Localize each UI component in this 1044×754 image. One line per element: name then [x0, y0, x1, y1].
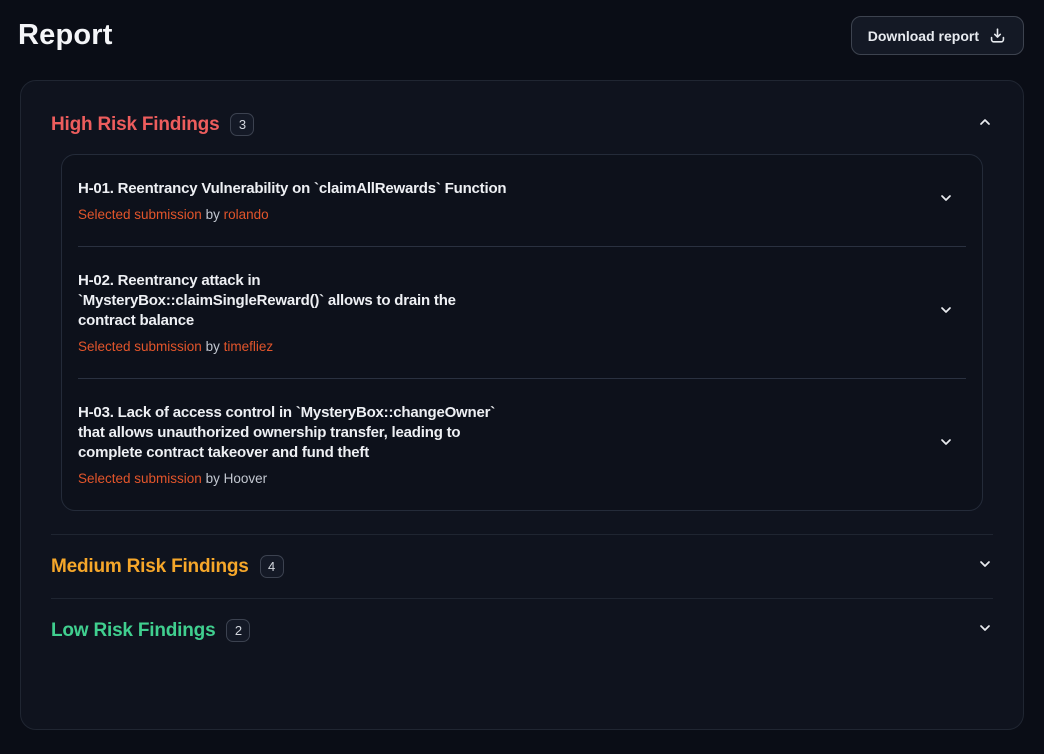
author-link[interactable]: rolando [224, 207, 269, 222]
high-risk-count-badge: 3 [230, 113, 254, 136]
section-title-wrap: Low Risk Findings 2 [51, 619, 250, 642]
by-label: by [206, 339, 220, 354]
author-name: Hoover [224, 471, 268, 486]
selected-submission-label: Selected submission [78, 339, 202, 354]
section-title-medium-risk: Medium Risk Findings [51, 556, 249, 578]
section-title-wrap: Medium Risk Findings 4 [51, 555, 284, 578]
chevron-down-icon[interactable] [938, 302, 954, 323]
by-label: by [206, 207, 220, 222]
chevron-down-icon[interactable] [938, 434, 954, 455]
section-header-low-risk[interactable]: Low Risk Findings 2 [51, 619, 993, 642]
report-card: High Risk Findings 3 H-01. Reentrancy Vu… [20, 80, 1024, 730]
low-risk-count-badge: 2 [226, 619, 250, 642]
section-title-high-risk: High Risk Findings [51, 114, 219, 136]
topbar: Report Download report [0, 0, 1044, 80]
download-icon [988, 26, 1007, 45]
selected-submission-label: Selected submission [78, 471, 202, 486]
finding-text: H-02. Reentrancy attack in `MysteryBox::… [78, 271, 510, 354]
download-report-button[interactable]: Download report [851, 16, 1024, 55]
finding-text: H-03. Lack of access control in `Mystery… [78, 403, 510, 486]
chevron-up-icon[interactable] [977, 114, 993, 135]
selected-submission-label: Selected submission [78, 207, 202, 222]
section-low-risk: Low Risk Findings 2 [51, 598, 993, 662]
findings-list: H-01. Reentrancy Vulnerability on `claim… [61, 154, 983, 511]
chevron-down-icon[interactable] [977, 620, 993, 641]
section-header-high-risk[interactable]: High Risk Findings 3 [51, 107, 993, 142]
finding-row-h01[interactable]: H-01. Reentrancy Vulnerability on `claim… [62, 155, 982, 246]
section-title-wrap: High Risk Findings 3 [51, 113, 254, 136]
chevron-down-icon[interactable] [938, 190, 954, 211]
finding-row-h03[interactable]: H-03. Lack of access control in `Mystery… [62, 379, 982, 510]
download-report-label: Download report [868, 28, 979, 44]
section-medium-risk: Medium Risk Findings 4 [51, 534, 993, 598]
finding-title: H-03. Lack of access control in `Mystery… [78, 403, 510, 463]
finding-meta: Selected submission by rolando [78, 207, 506, 222]
section-header-medium-risk[interactable]: Medium Risk Findings 4 [51, 555, 993, 578]
finding-title: H-01. Reentrancy Vulnerability on `claim… [78, 179, 506, 199]
section-title-low-risk: Low Risk Findings [51, 620, 215, 642]
author-link[interactable]: timefliez [224, 339, 274, 354]
section-high-risk: High Risk Findings 3 H-01. Reentrancy Vu… [51, 107, 993, 534]
finding-meta: Selected submission by timefliez [78, 339, 510, 354]
page-title: Report [18, 19, 113, 52]
finding-text: H-01. Reentrancy Vulnerability on `claim… [78, 179, 506, 222]
finding-title: H-02. Reentrancy attack in `MysteryBox::… [78, 271, 510, 331]
medium-risk-count-badge: 4 [260, 555, 284, 578]
chevron-down-icon[interactable] [977, 556, 993, 577]
finding-row-h02[interactable]: H-02. Reentrancy attack in `MysteryBox::… [62, 247, 982, 378]
by-label: by [206, 471, 220, 486]
finding-meta: Selected submission by Hoover [78, 471, 510, 486]
